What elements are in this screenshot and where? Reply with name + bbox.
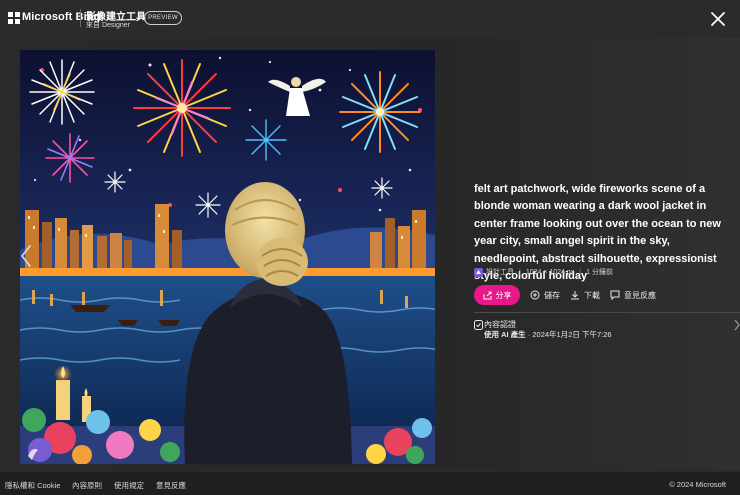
panel-divider xyxy=(474,312,740,313)
preview-badge: PREVIEW xyxy=(144,11,182,25)
save-icon xyxy=(530,290,540,300)
save-label: 儲存 xyxy=(544,290,560,300)
image-meta: 設計工具 | 1024 × 1024 px | 1 分鐘前 xyxy=(474,267,613,277)
download-icon xyxy=(571,291,579,300)
content-credentials-detail: 使用 AI 產生 · 2024年1月2日 下午7:26 xyxy=(484,329,612,340)
save-button[interactable]: 儲存 xyxy=(530,290,560,301)
copyright: © 2024 Microsoft xyxy=(669,480,726,489)
footer: 隱私權和 Cookie 內容原則 使用規定 意見反應 © 2024 Micros… xyxy=(0,472,740,495)
footer-link-privacy[interactable]: 隱私權和 Cookie xyxy=(5,480,60,491)
share-label: 分享 xyxy=(495,290,512,300)
content-credentials-icon[interactable] xyxy=(474,320,483,330)
meta-separator: | xyxy=(519,268,521,276)
generated-image[interactable] xyxy=(20,50,435,464)
feedback-button[interactable]: 意見反應 xyxy=(610,290,656,301)
header-divider xyxy=(80,9,81,27)
feedback-icon xyxy=(610,290,620,300)
generated-image-artwork xyxy=(20,50,435,464)
generated-date: · 2024年1月2日 下午7:26 xyxy=(527,330,612,339)
meta-separator: | xyxy=(579,268,582,276)
feedback-label: 意見反應 xyxy=(624,290,656,300)
footer-link-terms[interactable]: 使用規定 xyxy=(114,480,144,491)
previous-image-arrow-icon[interactable] xyxy=(19,244,33,268)
footer-link-feedback[interactable]: 意見反應 xyxy=(156,480,186,491)
next-image-arrow-icon[interactable] xyxy=(733,318,740,332)
tool-subtitle: 來自 Designer xyxy=(86,22,130,29)
designer-icon xyxy=(474,267,483,277)
download-label: 下載 xyxy=(584,290,600,300)
download-button[interactable]: 下載 xyxy=(570,290,600,301)
footer-link-content-policy[interactable]: 內容原則 xyxy=(72,480,102,491)
ai-generated-label: 使用 AI 產生 xyxy=(484,330,526,339)
creator-label: 設計工具 xyxy=(486,269,514,276)
share-icon xyxy=(483,291,491,299)
close-icon[interactable] xyxy=(708,9,728,29)
resolution-label: 1024 × 1024 px xyxy=(525,268,575,276)
microsoft-logo-icon[interactable] xyxy=(8,12,20,24)
top-bar: Microsoft Bing 影像建立工具 來自 Designer PREVIE… xyxy=(0,0,740,38)
time-label: 1 分鐘前 xyxy=(586,269,613,276)
action-bar: 分享 儲存 下載 意見反應 xyxy=(474,285,656,305)
share-button[interactable]: 分享 xyxy=(474,285,520,305)
